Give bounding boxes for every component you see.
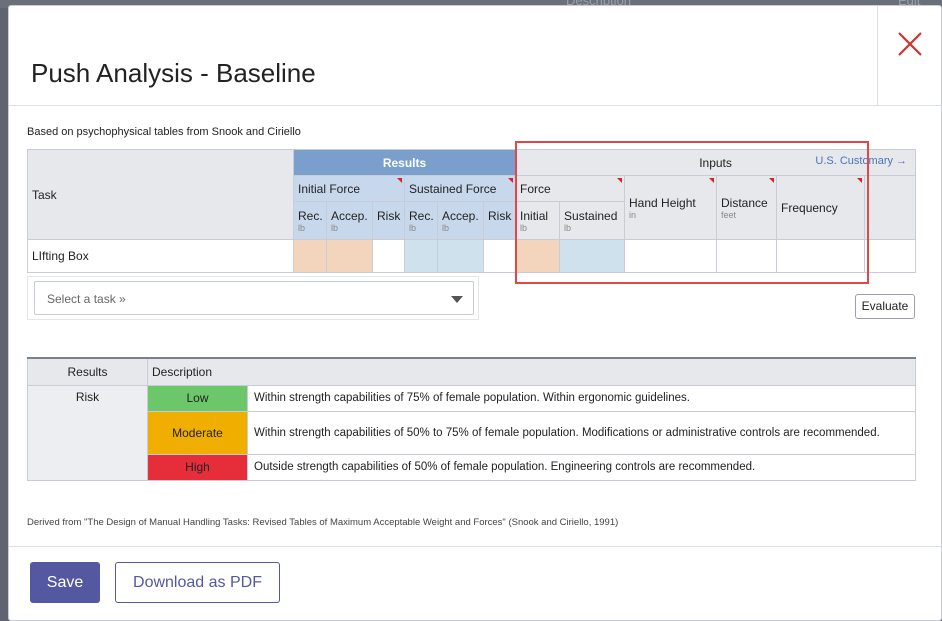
initial-accep-header: Accep. lb (326, 201, 373, 240)
force-initial-header: Initial lb (515, 201, 561, 240)
hand-height-label: Hand Height (629, 195, 696, 210)
sustained-risk-header: Risk (482, 201, 517, 240)
sustained-force-header: Sustained Force (403, 175, 517, 202)
initial-force-header: Initial Force (293, 175, 405, 202)
modal-footer: Save Download as PDF (9, 546, 941, 620)
force-sustained-unit: lb (564, 222, 572, 233)
push-analysis-modal: Push Analysis - Baseline Based on psycho… (8, 5, 942, 621)
legend-description-header: Description (147, 357, 916, 386)
legend-results-header: Results (27, 357, 148, 386)
frequency-input[interactable] (776, 239, 866, 273)
chevron-down-icon (451, 296, 463, 303)
results-group-header: Results (292, 149, 517, 176)
sustained-accep-label: Accep. (442, 208, 479, 223)
initial-rec-header: Rec. lb (293, 201, 327, 240)
units-toggle-link[interactable]: U.S. Customary → (815, 155, 907, 167)
force-sustained-input[interactable] (559, 239, 626, 273)
sustained-rec-header: Rec. lb (404, 201, 438, 240)
sustained-risk-cell (482, 239, 517, 273)
extra-header (864, 175, 917, 240)
force-header: Force (515, 175, 626, 202)
severity-low-description: Within strength capabilities of 75% of f… (247, 384, 916, 412)
severity-moderate-description: Within strength capabilities of 50% to 7… (247, 410, 916, 455)
modal-title: Push Analysis - Baseline (31, 58, 316, 88)
close-icon[interactable] (896, 30, 924, 58)
initial-rec-unit: lb (298, 222, 306, 233)
legend-risk-label: Risk (27, 384, 148, 481)
severity-moderate-badge: Moderate (147, 410, 248, 455)
download-pdf-button[interactable]: Download as PDF (115, 562, 280, 603)
initial-accep-label: Accep. (331, 208, 368, 223)
sustained-rec-unit: lb (409, 222, 417, 233)
initial-rec-label: Rec. (298, 208, 323, 223)
frequency-header: Frequency (776, 175, 866, 240)
hand-height-unit: in (629, 209, 637, 220)
modal-header: Push Analysis - Baseline (9, 6, 941, 106)
source-subtitle: Based on psychophysical tables from Snoo… (27, 126, 301, 138)
force-sustained-label: Sustained (564, 208, 618, 223)
initial-risk-label: Risk (377, 208, 401, 223)
force-sustained-header: Sustained lb (559, 201, 626, 240)
extra-cell (864, 239, 917, 273)
inputs-header-label: Inputs (699, 155, 732, 170)
task-select[interactable]: Select a task » (34, 281, 474, 315)
initial-risk-header: Risk (372, 201, 405, 240)
close-button[interactable] (877, 6, 941, 106)
force-initial-input[interactable] (515, 239, 561, 273)
frequency-label: Frequency (781, 200, 838, 215)
sustained-accep-unit: lb (442, 222, 450, 233)
source-footnote: Derived from "The Design of Manual Handl… (27, 517, 619, 528)
sustained-accep-cell (437, 239, 484, 273)
force-initial-label: Initial (520, 208, 549, 223)
hand-height-input[interactable] (624, 239, 718, 273)
sustained-rec-label: Rec. (409, 208, 434, 223)
inputs-group-header: Inputs U.S. Customary → (515, 149, 917, 176)
initial-accep-cell (326, 239, 373, 273)
task-select-container: Select a task » (27, 276, 479, 320)
distance-input[interactable] (716, 239, 778, 273)
table-row: LIfting Box (27, 239, 917, 273)
initial-risk-cell (372, 239, 405, 273)
hand-height-header: Hand Height in (624, 175, 718, 240)
sustained-accep-header: Accep. lb (437, 201, 484, 240)
distance-header: Distance feet (716, 175, 778, 240)
risk-legend-table: Results Description Risk Low Within stre… (27, 357, 916, 481)
initial-rec-cell (293, 239, 327, 273)
evaluate-button[interactable]: Evaluate (855, 294, 915, 319)
distance-label: Distance (721, 195, 768, 210)
analysis-table: Task Results Inputs U.S. Customary → Ini… (27, 149, 917, 273)
save-button[interactable]: Save (30, 562, 100, 603)
sustained-rec-cell (404, 239, 438, 273)
force-initial-unit: lb (520, 222, 528, 233)
distance-unit: feet (721, 209, 737, 220)
sustained-risk-label: Risk (488, 208, 512, 223)
task-select-placeholder: Select a task » (47, 292, 126, 306)
severity-high-description: Outside strength capabilities of 50% of … (247, 453, 916, 481)
initial-accep-unit: lb (331, 222, 339, 233)
task-column-header: Task (27, 149, 294, 240)
task-name-cell: LIfting Box (27, 239, 294, 273)
severity-low-badge: Low (147, 384, 248, 412)
severity-high-badge: High (147, 453, 248, 481)
